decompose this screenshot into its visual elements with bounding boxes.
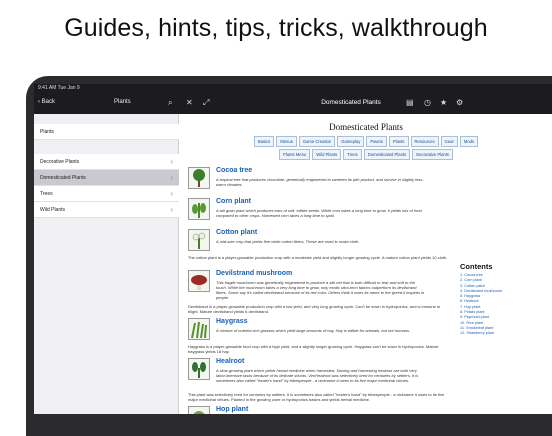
corn-plant-image <box>188 198 210 220</box>
sidebar-item-trees[interactable]: Trees › <box>34 186 179 202</box>
sidebar-item-label: Decorative Plants <box>40 159 80 165</box>
sidebar-item-label: Plants <box>40 129 54 135</box>
tree-icon <box>193 169 205 187</box>
back-button[interactable]: ‹ Back <box>38 99 55 105</box>
tab-wild-plants[interactable]: Wild Plants <box>312 149 342 160</box>
nav-tabs-row-1: Basics Menus Game Creation Gameplay Pawn… <box>188 136 544 147</box>
sidebar-item-domesticated-plants[interactable]: Domesticated Plants › <box>34 170 179 186</box>
toc-title: Contents <box>460 262 493 271</box>
entry-title[interactable]: Healroot <box>216 358 244 365</box>
sidebar-title: Plants <box>114 99 131 105</box>
entry-description: This fragile mushroom was genetically en… <box>216 280 425 300</box>
healroot-image <box>188 358 210 380</box>
chevron-right-icon: › <box>170 189 173 198</box>
app-screen: 9:41 AM Tue Jan 9 ‹ Back Plants ⌕ ✕ ⤢ Do… <box>34 84 552 414</box>
nav-tabs-row-2: Plants Menu Wild Plants Trees Domesticat… <box>188 149 544 160</box>
tab-pawns[interactable]: Pawns <box>366 136 387 147</box>
chevron-right-icon: › <box>170 157 173 166</box>
reader-icon[interactable]: ▤ <box>406 98 414 108</box>
entry-paragraph: The cotton plant is a player-growable pr… <box>188 255 448 260</box>
entry-title[interactable]: Cotton plant <box>216 229 257 236</box>
chevron-right-icon: › <box>170 205 173 214</box>
cotton-plant-image <box>188 229 210 251</box>
cocoa-tree-image <box>188 167 210 189</box>
entry-title[interactable]: Devilstrand mushroom <box>216 270 292 277</box>
entry-title[interactable]: Hop plant <box>216 406 248 413</box>
tab-decorative-plants[interactable]: Decorative Plants <box>412 149 454 160</box>
hop-plant-image <box>188 406 210 414</box>
page-title: Domesticated Plants <box>321 99 381 106</box>
entry-paragraph: Devilstrand is a player-growable product… <box>188 304 441 314</box>
entry-title[interactable]: Haygrass <box>216 318 248 325</box>
mushroom-icon <box>191 275 207 290</box>
entry-title[interactable]: Corn plant <box>216 198 251 205</box>
tab-plants[interactable]: Plants <box>388 136 409 147</box>
sidebar-item-decorative-plants[interactable]: Decorative Plants › <box>34 154 179 170</box>
sidebar-item-label: Wild Plants <box>40 207 66 213</box>
entry-title[interactable]: Cocoa tree <box>216 167 252 174</box>
entry-description: A tall grain plant which produces ears o… <box>216 208 422 218</box>
navigation-bar: ‹ Back Plants ⌕ ✕ ⤢ Domesticated Plants … <box>34 93 552 114</box>
tab-game-creation[interactable]: Game Creation <box>298 136 336 147</box>
hop-icon <box>193 411 205 414</box>
entry-paragraph: Haygrass is a player-growable food crop … <box>188 344 439 354</box>
entry-description: A tropical tree that produces chocolate,… <box>216 177 424 187</box>
tab-gear[interactable]: Gear <box>440 136 458 147</box>
headline: Guides, hints, tips, tricks, walkthrough <box>64 14 488 42</box>
sidebar-item-plants[interactable]: Plants <box>34 124 179 140</box>
herb-icon <box>192 362 206 378</box>
sidebar: Plants Decorative Plants › Domesticated P… <box>34 114 179 414</box>
tab-resources[interactable]: Resources <box>410 136 439 147</box>
haygrass-image <box>188 318 210 340</box>
devilstrand-image <box>188 270 210 292</box>
entry-description: A mixture of nutrient-rich grasses which… <box>216 328 411 333</box>
entry-description: A mid-size crop that yields fine white c… <box>216 239 360 244</box>
grass-icon <box>191 321 207 339</box>
table-of-contents: Contents 1. Cocoa tree 2. Corn plant 3. … <box>460 262 542 337</box>
article-title: Domesticated Plants <box>329 122 403 132</box>
search-icon[interactable]: ⌕ <box>168 98 172 108</box>
tab-basics[interactable]: Basics <box>253 136 275 147</box>
entry-paragraph: This plant was selectively bred for cent… <box>188 392 445 402</box>
chevron-right-icon: › <box>170 173 173 182</box>
settings-icon[interactable]: ⚙ <box>456 98 463 108</box>
sidebar-item-label: Domesticated Plants <box>40 175 86 181</box>
close-icon[interactable]: ✕ <box>186 98 193 108</box>
tab-domesticated-plants[interactable]: Domesticated Plants <box>363 149 411 160</box>
tab-mods[interactable]: Mods <box>459 136 479 147</box>
tab-plants-menu[interactable]: Plants Menu <box>278 149 311 160</box>
history-icon[interactable]: ◷ <box>424 98 431 108</box>
toc-item[interactable]: 12. Strawberry plant <box>460 331 542 336</box>
entry-description: A slow-growing plant which yields herbal… <box>216 368 419 383</box>
tab-menus[interactable]: Menus <box>276 136 297 147</box>
cotton-icon <box>192 232 206 249</box>
tab-trees[interactable]: Trees <box>343 149 362 160</box>
back-label: Back <box>41 99 56 105</box>
corn-icon <box>192 203 206 218</box>
sidebar-item-wild-plants[interactable]: Wild Plants › <box>34 202 179 218</box>
article-content: Domesticated Plants Basics Menus Game Cr… <box>180 114 552 414</box>
expand-icon[interactable]: ⤢ <box>203 98 209 108</box>
sidebar-item-label: Trees <box>40 191 53 197</box>
star-icon[interactable]: ★ <box>440 98 447 108</box>
tab-gameplay[interactable]: Gameplay <box>337 136 365 147</box>
status-bar: 9:41 AM Tue Jan 9 <box>34 84 552 93</box>
